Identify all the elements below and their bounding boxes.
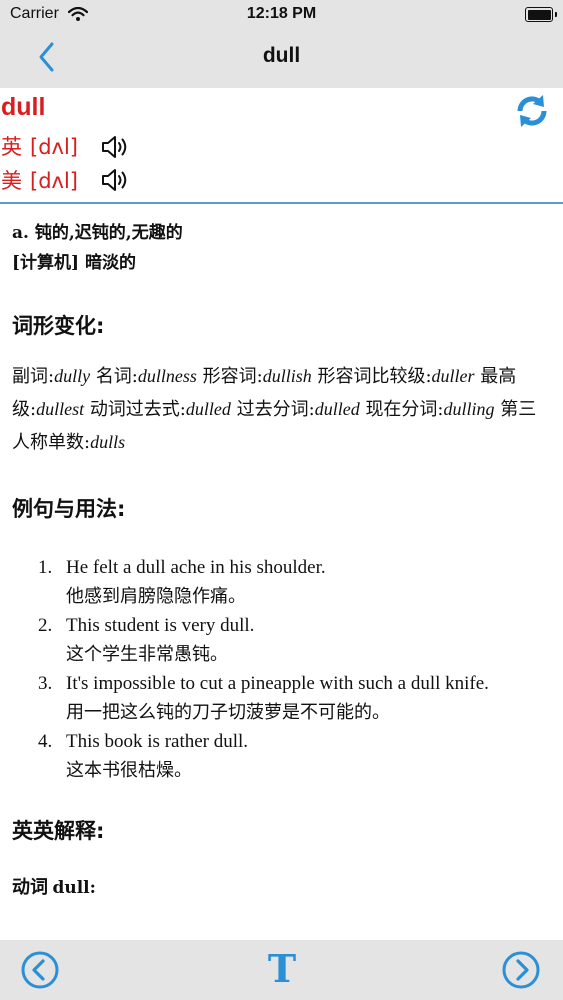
english-explanation-heading: 英英解释: xyxy=(12,819,105,843)
example-number: 3. xyxy=(38,673,53,694)
form-label: 过去分词: xyxy=(236,399,315,420)
example-chinese: 这个学生非常愚钝。 xyxy=(66,644,228,665)
part-of-speech-line: 动词 dull: xyxy=(12,873,557,899)
word-forms-list: 副词:dully 名词:dullness 形容词:dullish 形容词比较级:… xyxy=(12,360,552,459)
headword: dull xyxy=(1,93,46,121)
example-english: It's impossible to cut a pineapple with … xyxy=(66,673,489,694)
battery-icon xyxy=(525,7,557,22)
pos-label: 动词 xyxy=(12,877,48,898)
page-title: dull xyxy=(262,44,301,67)
example-chinese: 他感到肩膀隐隐作痛。 xyxy=(66,586,246,607)
list-item: 2. This student is very dull. 这个学生非常愚钝。 xyxy=(12,611,557,669)
examples-list: 1. He felt a dull ache in his shoulder. … xyxy=(12,553,557,785)
form-value: dulled xyxy=(314,399,360,419)
bottom-toolbar: T xyxy=(0,940,563,1000)
definition-line: [计算机] 暗淡的 xyxy=(12,253,137,273)
us-label: 美 xyxy=(1,169,22,193)
form-label: 副词: xyxy=(12,366,55,387)
form-value: duller xyxy=(431,366,475,386)
us-speaker-button[interactable] xyxy=(100,166,130,194)
form-value: dully xyxy=(54,366,91,386)
definition-content: a. 钝的,迟钝的,无趣的 [计算机] 暗淡的 词形变化: 副词:dully 名… xyxy=(12,218,557,899)
form-value: dulling xyxy=(443,399,495,419)
form-value: dulls xyxy=(90,432,126,452)
form-label: 现在分词: xyxy=(365,399,444,420)
navigation-bar: Carrier 12:18 PM dull xyxy=(0,0,563,88)
uk-label: 英 xyxy=(1,135,22,159)
uk-speaker-button[interactable] xyxy=(100,133,130,161)
form-value: dullness xyxy=(137,366,197,386)
example-number: 1. xyxy=(38,557,53,578)
list-item: 1. He felt a dull ache in his shoulder. … xyxy=(12,553,557,611)
uk-ipa: [dʌl] xyxy=(30,135,78,159)
form-label: 名词: xyxy=(95,366,138,387)
circle-chevron-left-icon xyxy=(21,951,59,989)
form-label: 形容词比较级: xyxy=(317,366,432,387)
form-value: dullish xyxy=(262,366,312,386)
circle-chevron-right-icon xyxy=(502,951,540,989)
example-english: This student is very dull. xyxy=(66,615,255,636)
example-number: 2. xyxy=(38,615,53,636)
form-label: 形容词: xyxy=(202,366,263,387)
list-item: 4. This book is rather dull. 这本书很枯燥。 xyxy=(12,727,557,785)
form-value: dullest xyxy=(36,399,85,419)
refresh-icon xyxy=(517,95,547,127)
example-number: 4. xyxy=(38,731,53,752)
speaker-icon xyxy=(102,136,127,158)
header-divider xyxy=(0,202,563,204)
clock: 12:18 PM xyxy=(246,5,317,22)
word-forms-heading: 词形变化: xyxy=(12,314,105,338)
status-bar: Carrier 12:18 PM xyxy=(0,0,563,32)
examples-heading: 例句与用法: xyxy=(12,497,126,521)
example-english: He felt a dull ache in his shoulder. xyxy=(66,557,326,578)
next-button[interactable] xyxy=(501,950,541,990)
font-size-button[interactable]: T xyxy=(262,948,302,990)
uk-pronunciation: 英 [dʌl] xyxy=(1,131,78,161)
list-item: 3. It's impossible to cut a pineapple wi… xyxy=(12,669,557,727)
form-label: 动词过去式: xyxy=(89,399,186,420)
speaker-icon xyxy=(102,169,127,191)
example-english: This book is rather dull. xyxy=(66,731,249,752)
example-chinese: 这本书很枯燥。 xyxy=(66,760,192,781)
definition-line: a. 钝的,迟钝的,无趣的 xyxy=(12,223,183,243)
refresh-button[interactable] xyxy=(513,92,551,130)
pos-word: dull: xyxy=(52,878,96,898)
us-ipa: [dʌl] xyxy=(30,169,78,193)
previous-button[interactable] xyxy=(20,950,60,990)
example-chinese: 用一把这么钝的刀子切菠萝是不可能的。 xyxy=(66,702,390,723)
us-pronunciation: 美 [dʌl] xyxy=(1,165,78,195)
form-value: dulled xyxy=(185,399,231,419)
